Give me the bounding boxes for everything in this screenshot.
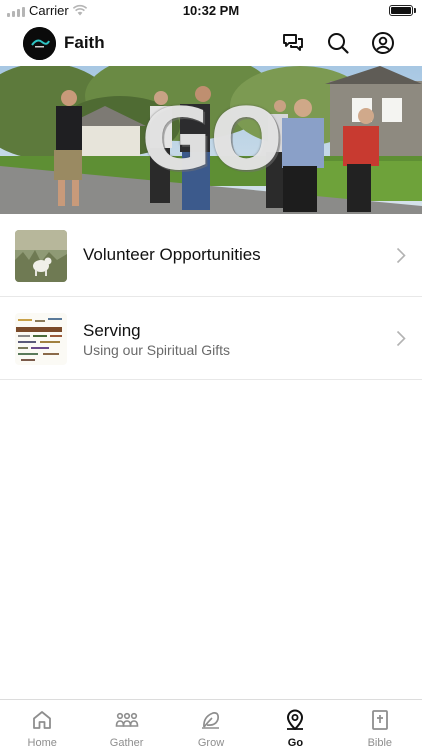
tab-gather[interactable]: Gather: [84, 700, 168, 750]
tab-go[interactable]: Go: [253, 700, 337, 750]
tab-label: Home: [27, 737, 57, 749]
grow-icon: [202, 712, 220, 729]
app-title: Faith: [64, 33, 105, 52]
home-icon: [33, 711, 52, 729]
chat-icon[interactable]: [281, 31, 305, 55]
list-item-volunteer-opportunities[interactable]: Volunteer Opportunities: [0, 214, 422, 297]
church-logo[interactable]: [23, 27, 56, 60]
status-bar: Carrier 10:32 PM: [0, 0, 422, 22]
bible-icon: [371, 710, 388, 730]
list-item-subtitle: Using our Spiritual Gifts: [83, 342, 231, 358]
volunteer-thumbnail: [15, 230, 67, 282]
hero-banner: GO: [0, 66, 422, 214]
tab-grow[interactable]: Grow: [169, 700, 253, 750]
tab-label: Gather: [109, 737, 144, 749]
gather-icon: [115, 712, 138, 727]
hero-title: GO: [141, 90, 283, 190]
tab-label: Go: [287, 737, 304, 749]
app-header: Faith: [0, 22, 422, 66]
tab-bar: Home Gather Grow Go Bible: [0, 699, 422, 750]
search-icon[interactable]: [326, 31, 350, 55]
chevron-right-icon: [396, 247, 406, 264]
list-item-serving[interactable]: Serving Using our Spiritual Gifts: [0, 297, 422, 380]
battery-cap: [414, 8, 416, 13]
serving-thumbnail: [15, 313, 67, 365]
battery-icon: [389, 5, 413, 16]
profile-icon[interactable]: [371, 31, 395, 55]
list-item-title: Volunteer Opportunities: [83, 245, 261, 264]
location-pin-icon: [287, 709, 304, 730]
tab-label: Grow: [197, 737, 225, 749]
content-list: Volunteer Opportunities Serving Using ou…: [0, 214, 422, 380]
list-item-title: Serving: [83, 321, 141, 340]
tab-label: Bible: [367, 737, 393, 749]
tab-home[interactable]: Home: [0, 700, 84, 750]
tab-bible[interactable]: Bible: [338, 700, 422, 750]
status-time: 10:32 PM: [182, 3, 240, 18]
chevron-right-icon: [396, 330, 406, 347]
